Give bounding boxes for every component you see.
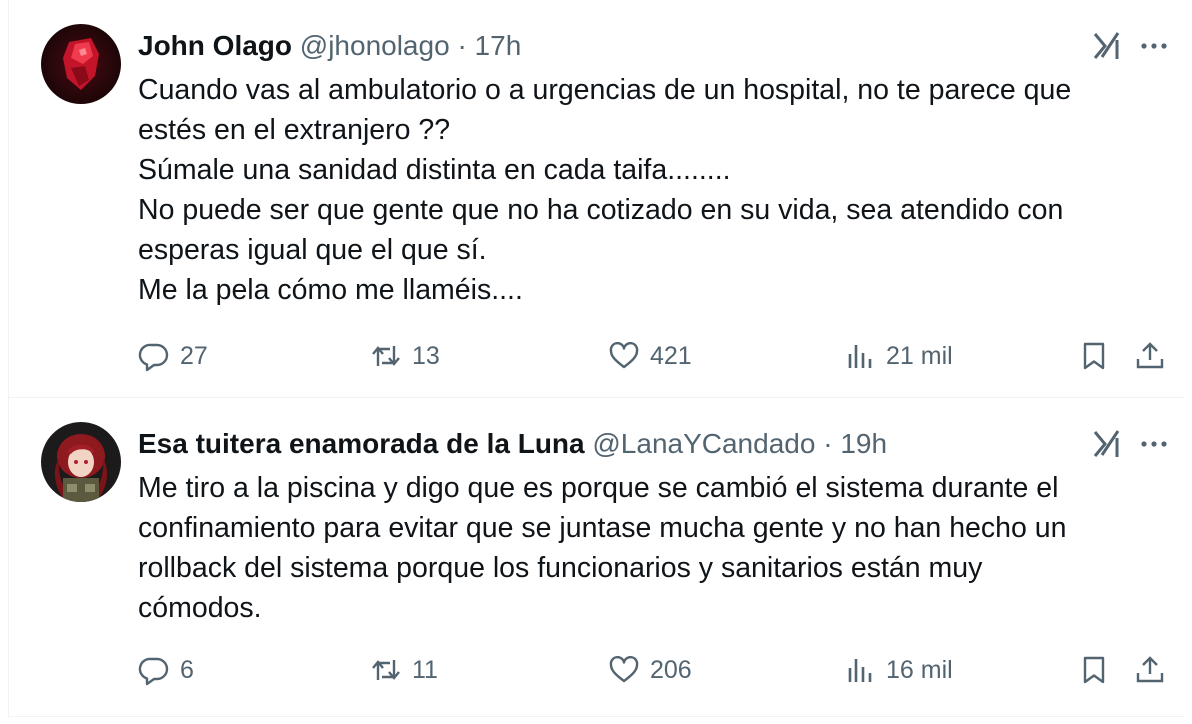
author-handle[interactable]: @LanaYCandado [592,428,815,459]
retweet-button[interactable]: 13 [370,336,440,376]
retweet-count: 13 [412,341,440,370]
timestamp[interactable]: 19h [840,428,887,459]
tweet-text: Me tiro a la piscina y digo que es porqu… [138,468,1158,628]
tweet-text-line: cómodos. [138,592,262,624]
grok-icon[interactable] [1091,428,1123,460]
retweet-count: 11 [412,655,438,684]
tweet-text-line: Me la pela cómo me llaméis.... [138,274,523,306]
avatar[interactable] [41,422,121,502]
author-name[interactable]: John Olago [138,30,292,61]
timestamp[interactable]: 17h [475,30,522,61]
tweet-text-line: Súmale una sanidad distinta en cada taif… [138,154,731,186]
tweet-header: Esa tuitera enamorada de la Luna @LanaYC… [138,426,887,462]
views-count: 16 mil [886,655,953,684]
share-button[interactable] [1134,650,1166,690]
share-icon [1136,342,1164,369]
author-name[interactable]: Esa tuitera enamorada de la Luna [138,428,585,459]
views-icon [848,345,872,368]
views-button[interactable]: 16 mil [844,650,953,690]
retweet-icon [372,660,400,680]
like-icon [609,655,639,683]
separator-dot: · [823,428,833,459]
retweet-icon [372,346,400,366]
like-count: 421 [650,341,692,370]
reply-count: 6 [180,655,194,684]
tweet[interactable]: John Olago @jhonolago · 17h Cuando vas a… [8,0,1185,398]
tweet-text: Cuando vas al ambulatorio o a urgencias … [138,70,1158,310]
avatar[interactable] [41,24,121,104]
action-bar: 27 13 421 21 mil [138,336,1185,376]
share-icon [1136,656,1164,683]
like-count: 206 [650,655,692,684]
bookmark-button[interactable] [1078,336,1110,376]
bookmark-icon [1083,656,1105,684]
author-handle[interactable]: @jhonolago [300,30,450,61]
share-button[interactable] [1134,336,1166,376]
tweet-text-line: confinamiento para evitar que se juntase… [138,512,1067,544]
tweet-text-line: Cuando vas al ambulatorio o a urgencias … [138,74,1072,106]
tweet-text-line: esperas igual que el que sí. [138,234,487,266]
reply-button[interactable]: 27 [138,336,208,376]
separator-dot: · [457,30,467,61]
tweet-text-line: rollback del sistema porque los funciona… [138,552,983,584]
reply-count: 27 [180,341,208,370]
views-count: 21 mil [886,341,953,370]
more-icon[interactable] [1137,428,1171,460]
red-crystal-avatar-icon [41,24,121,104]
bookmark-button[interactable] [1078,650,1110,690]
tweet-text-line: No puede ser que gente que no ha cotizad… [138,194,1064,226]
reply-button[interactable]: 6 [138,650,194,690]
more-icon[interactable] [1137,30,1171,62]
tweet-text-line: estés en el extranjero ?? [138,114,451,146]
tweet-header: John Olago @jhonolago · 17h [138,28,521,64]
reply-icon [138,657,169,686]
tweet[interactable]: Esa tuitera enamorada de la Luna @LanaYC… [8,398,1185,717]
tweet-text-line: Me tiro a la piscina y digo que es porqu… [138,472,1059,504]
action-bar: 6 11 206 16 mil [138,650,1185,690]
anime-girl-avatar-icon [41,422,121,502]
like-button[interactable]: 421 [608,336,692,376]
grok-icon[interactable] [1091,30,1123,62]
retweet-button[interactable]: 11 [370,650,438,690]
like-icon [609,341,639,369]
bookmark-icon [1083,342,1105,370]
views-icon [848,659,872,682]
views-button[interactable]: 21 mil [844,336,953,376]
reply-icon [138,343,169,372]
like-button[interactable]: 206 [608,650,692,690]
